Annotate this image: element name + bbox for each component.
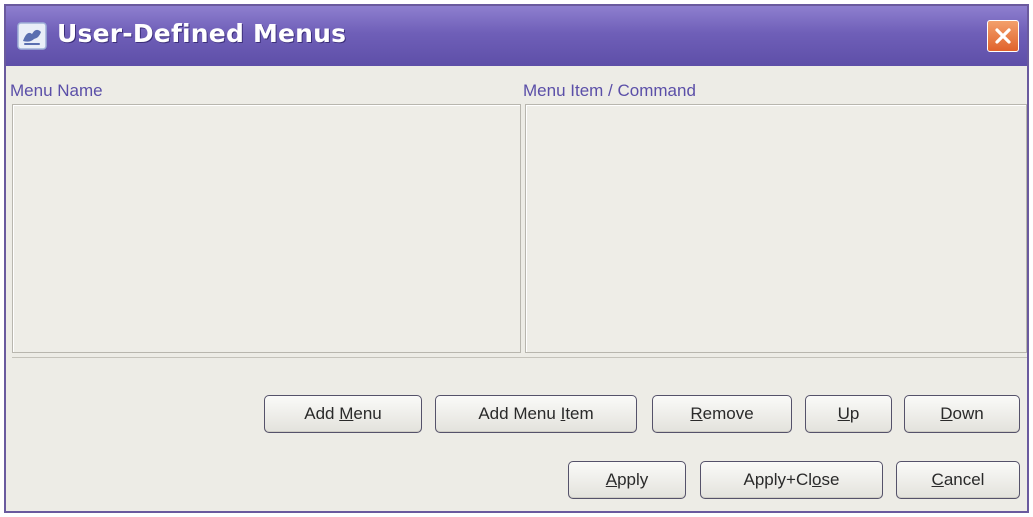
close-button[interactable] — [987, 20, 1019, 52]
cancel-button[interactable]: Cancel — [896, 461, 1020, 499]
menu-name-list[interactable] — [12, 104, 521, 353]
add-menu-label: Add Menu — [304, 404, 382, 423]
menu-item-command-header: Menu Item / Command — [523, 81, 696, 100]
remove-label: Remove — [690, 404, 754, 423]
apply-close-label: Apply+Close — [743, 470, 840, 489]
menu-item-command-list[interactable] — [525, 104, 1027, 353]
add-menu-button[interactable]: Add Menu — [264, 395, 422, 433]
apply-close-button[interactable]: Apply+Close — [700, 461, 883, 499]
add-menu-item-button[interactable]: Add Menu Item — [435, 395, 637, 433]
up-button[interactable]: Up — [805, 395, 892, 433]
down-label: Down — [940, 404, 984, 423]
apply-button[interactable]: Apply — [568, 461, 686, 499]
down-button[interactable]: Down — [904, 395, 1020, 433]
window-title: User-Defined Menus — [57, 19, 347, 48]
up-label: Up — [837, 404, 860, 423]
remove-button[interactable]: Remove — [652, 395, 792, 433]
cancel-label: Cancel — [931, 470, 985, 489]
separator — [12, 357, 1027, 358]
java-app-icon — [17, 22, 47, 50]
user-defined-menus-dialog: User-Defined Menus Menu Name Menu Item /… — [4, 4, 1029, 513]
menu-name-header: Menu Name — [10, 81, 103, 100]
title-bar[interactable]: User-Defined Menus — [6, 6, 1027, 66]
apply-label: Apply — [605, 470, 649, 489]
close-icon — [995, 28, 1011, 44]
add-menu-item-label: Add Menu Item — [478, 404, 594, 423]
